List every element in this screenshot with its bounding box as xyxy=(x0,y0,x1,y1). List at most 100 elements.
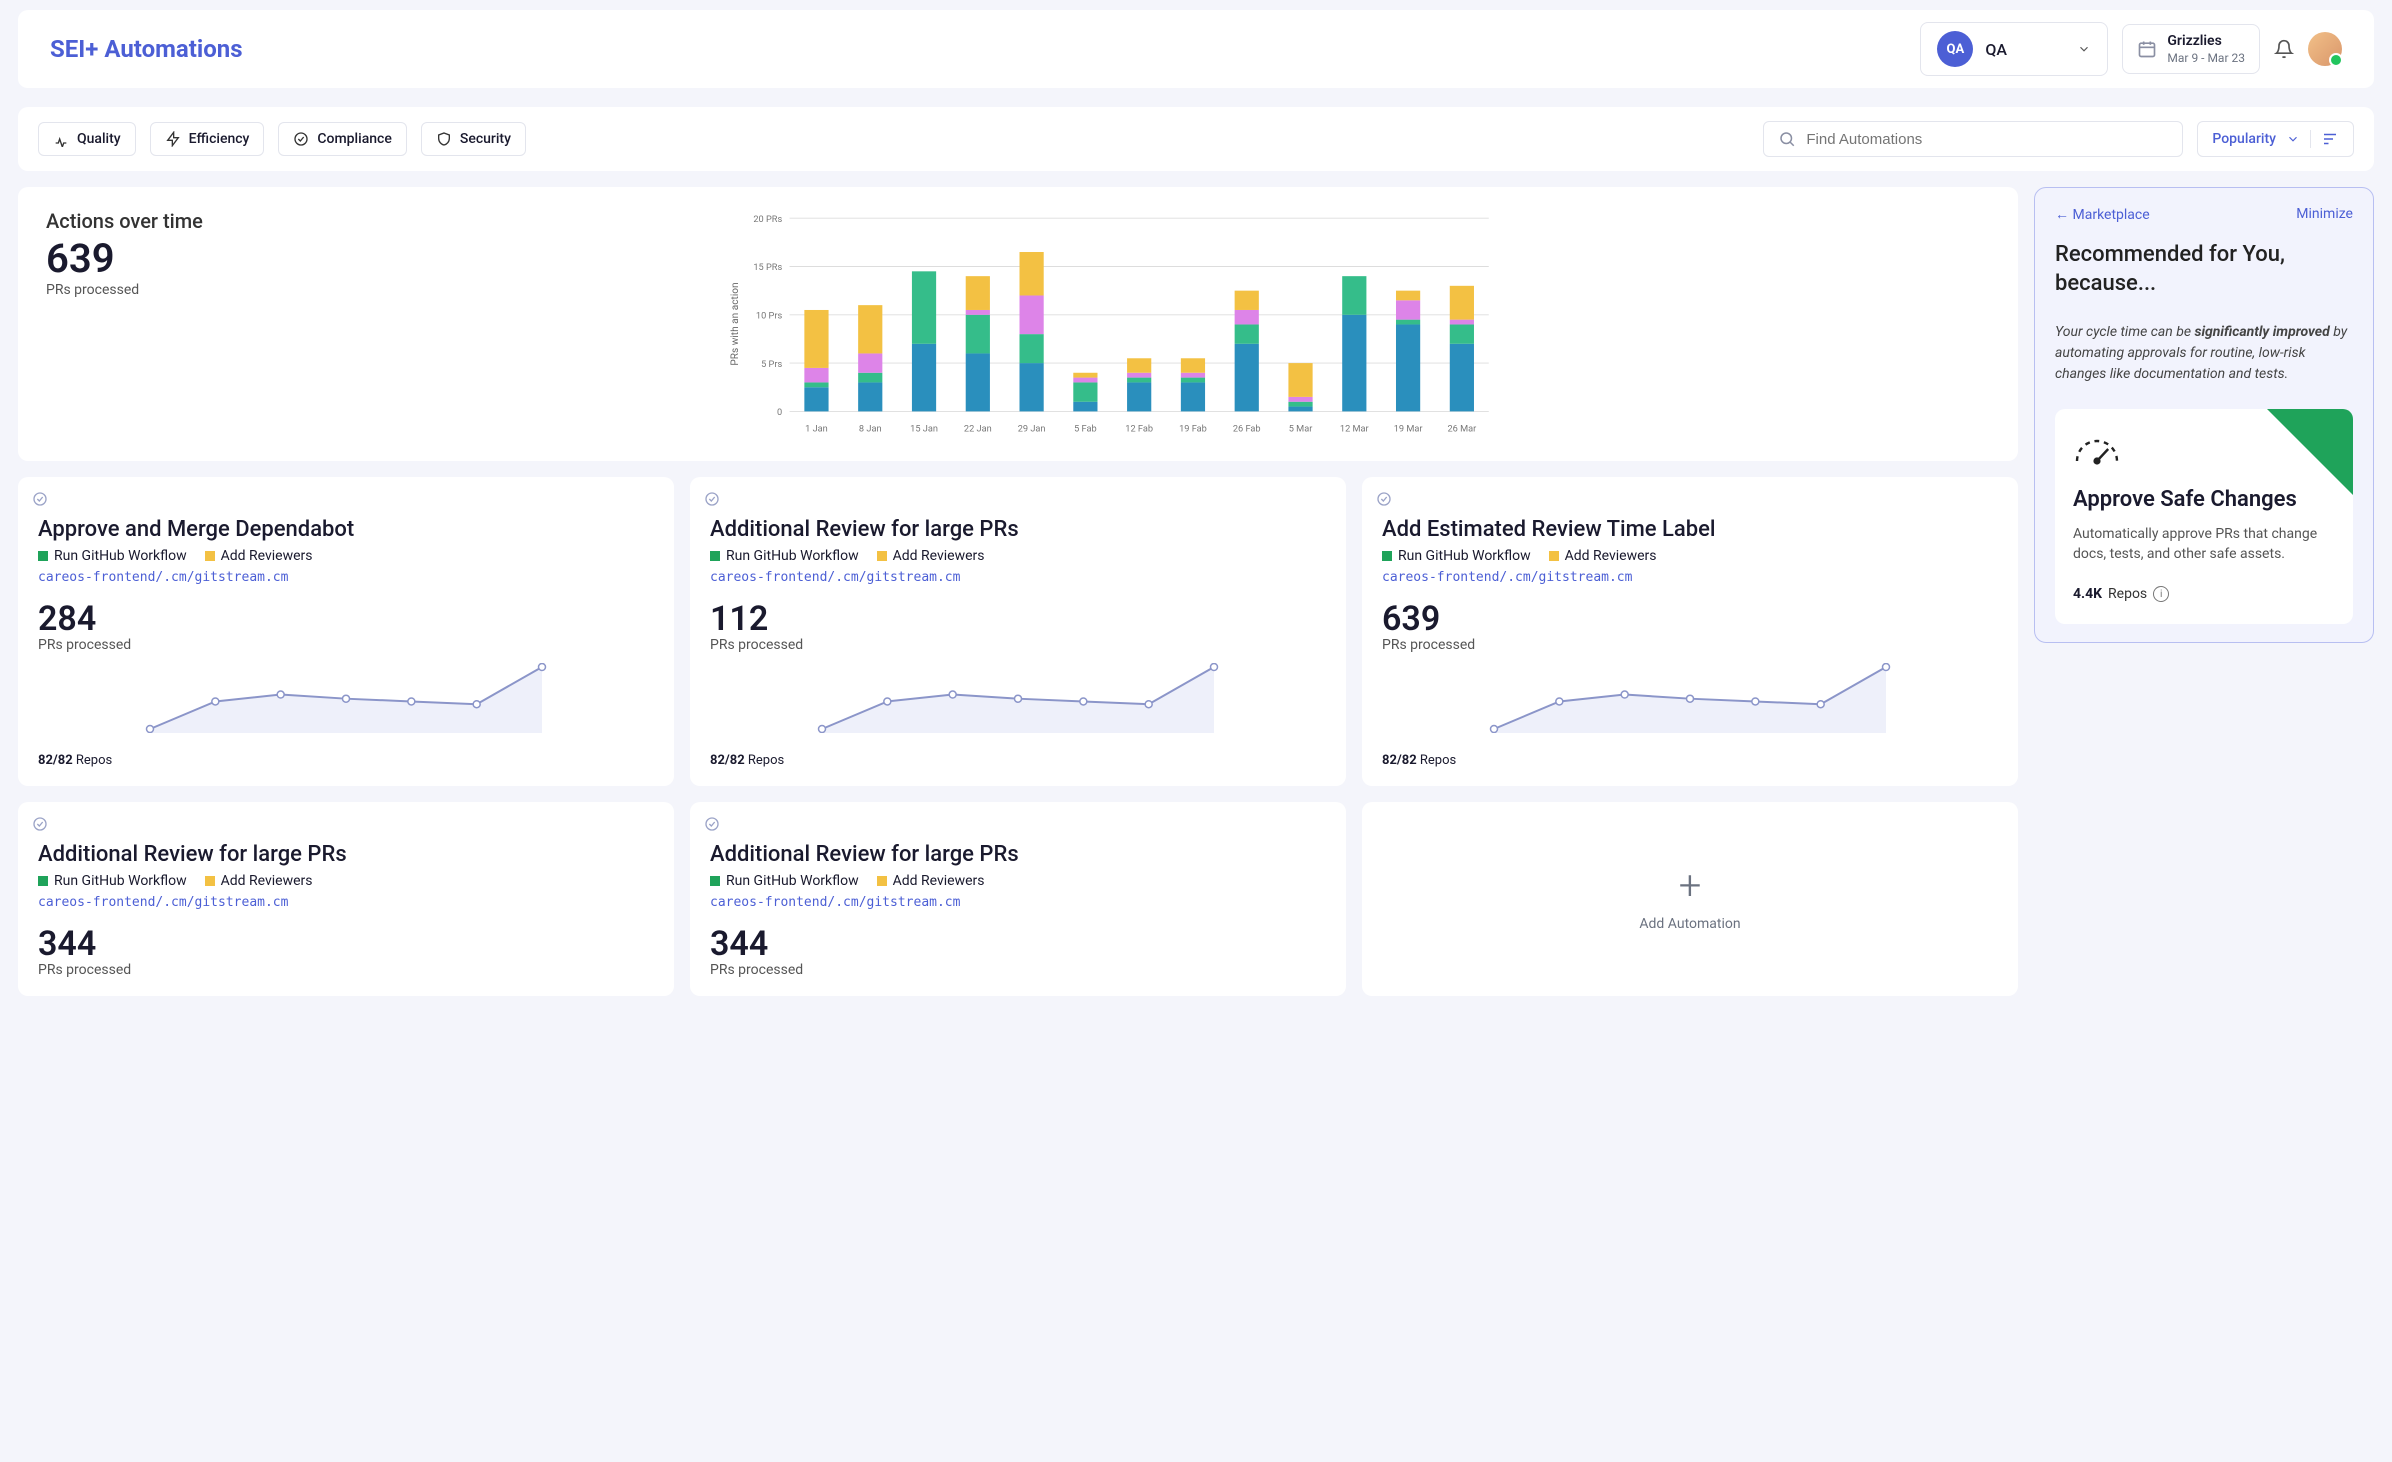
brand-title: SEI+ Automations xyxy=(50,35,1920,63)
actions-bar-chart: PRs with an action 0 5 Prs 10 Prs 15 PRs 20 P… xyxy=(233,209,1990,439)
sort-selector[interactable]: Popularity xyxy=(2197,121,2354,157)
automation-card[interactable]: Approve and Merge Dependabot Run GitHub … xyxy=(18,477,674,786)
check-circle-icon xyxy=(704,491,720,507)
reco-card[interactable]: Improvement Opportunity Approve Safe Cha… xyxy=(2055,409,2353,624)
card-title: Approve and Merge Dependabot xyxy=(38,517,654,542)
card-path: careos-frontend/.cm/gitstream.cm xyxy=(38,570,654,585)
info-icon[interactable]: i xyxy=(2153,586,2169,602)
card-sub: PRs processed xyxy=(38,637,654,653)
svg-text:10 Prs: 10 Prs xyxy=(756,310,783,321)
calendar-icon xyxy=(2137,39,2157,59)
search-field[interactable] xyxy=(1763,121,2183,157)
chart-sub: PRs processed xyxy=(46,282,203,298)
team-name: QA xyxy=(1985,40,2065,59)
minimize-link[interactable]: Minimize xyxy=(2296,206,2353,223)
team-selector[interactable]: QA QA xyxy=(1920,22,2108,76)
filter-quality[interactable]: Quality xyxy=(38,122,136,156)
card-tag: Run GitHub Workflow xyxy=(38,548,187,564)
card-count: 639 xyxy=(1382,599,1998,639)
card-title: Additional Review for large PRs xyxy=(710,517,1326,542)
reco-card-desc: Automatically approve PRs that change do… xyxy=(2073,524,2335,565)
sparkline xyxy=(38,663,654,733)
opportunity-ribbon: Improvement Opportunity xyxy=(2267,409,2353,495)
sort-lines-icon xyxy=(2321,130,2339,148)
card-sub: PRs processed xyxy=(710,637,1326,653)
card-tag: Run GitHub Workflow xyxy=(710,548,859,564)
reco-heading: Recommended for You, because... xyxy=(2055,241,2353,298)
filter-bar: Quality Efficiency Compliance Security P… xyxy=(18,107,2374,171)
card-tag: Run GitHub Workflow xyxy=(1382,548,1531,564)
speedometer-icon xyxy=(2073,429,2121,469)
actions-over-time-card: Actions over time 639 PRs processed PRs … xyxy=(18,187,2018,461)
reco-card-stat: 4.4K Repos i xyxy=(2073,586,2335,602)
card-path: careos-frontend/.cm/gitstream.cm xyxy=(1382,570,1998,585)
svg-text:12 Fab: 12 Fab xyxy=(1125,424,1153,435)
sparkline xyxy=(1382,663,1998,733)
card-path: careos-frontend/.cm/gitstream.cm xyxy=(710,895,1326,910)
card-repos: 82/82 Repos xyxy=(38,753,654,768)
filter-efficiency[interactable]: Efficiency xyxy=(150,122,265,156)
card-tag: Add Reviewers xyxy=(205,548,313,564)
card-path: careos-frontend/.cm/gitstream.cm xyxy=(710,570,1326,585)
svg-text:5 Mar: 5 Mar xyxy=(1289,424,1313,435)
svg-text:15 PRs: 15 PRs xyxy=(753,262,782,273)
automation-card[interactable]: Add Estimated Review Time Label Run GitH… xyxy=(1362,477,2018,786)
top-header: SEI+ Automations QA QA Grizzlies Mar 9 -… xyxy=(18,10,2374,89)
check-circle-icon xyxy=(1376,491,1392,507)
automation-card[interactable]: Additional Review for large PRs Run GitH… xyxy=(690,802,1346,996)
card-tag: Add Reviewers xyxy=(877,548,985,564)
card-sub: PRs processed xyxy=(38,962,654,978)
card-title: Add Estimated Review Time Label xyxy=(1382,517,1998,542)
svg-text:5 Fab: 5 Fab xyxy=(1074,424,1097,435)
chevron-down-icon xyxy=(2077,42,2091,56)
automation-card[interactable]: Additional Review for large PRs Run GitH… xyxy=(18,802,674,996)
date-range-text: Mar 9 - Mar 23 xyxy=(2167,51,2245,65)
filter-compliance[interactable]: Compliance xyxy=(278,122,406,156)
svg-text:1 Jan: 1 Jan xyxy=(805,424,828,435)
card-sub: PRs processed xyxy=(710,962,1326,978)
card-title: Additional Review for large PRs xyxy=(38,842,654,867)
card-repos: 82/82 Repos xyxy=(710,753,1326,768)
card-tag: Run GitHub Workflow xyxy=(38,873,187,889)
card-count: 112 xyxy=(710,599,1326,639)
date-title: Grizzlies xyxy=(2167,33,2245,49)
marketplace-link[interactable]: ← Marketplace xyxy=(2055,206,2150,223)
search-input[interactable] xyxy=(1806,131,2168,148)
efficiency-icon xyxy=(165,131,181,147)
card-tag: Add Reviewers xyxy=(877,873,985,889)
svg-text:26 Fab: 26 Fab xyxy=(1233,424,1261,435)
svg-text:19 Mar: 19 Mar xyxy=(1394,424,1423,435)
reco-desc: Your cycle time can be significantly imp… xyxy=(2055,322,2353,385)
card-count: 284 xyxy=(38,599,654,639)
card-repos: 82/82 Repos xyxy=(1382,753,1998,768)
svg-text:PRs with an action: PRs with an action xyxy=(730,282,741,365)
date-range-picker[interactable]: Grizzlies Mar 9 - Mar 23 xyxy=(2122,24,2260,74)
card-tag: Add Reviewers xyxy=(1549,548,1657,564)
card-tag: Run GitHub Workflow xyxy=(710,873,859,889)
filter-security[interactable]: Security xyxy=(421,122,526,156)
card-count: 344 xyxy=(38,924,654,964)
user-avatar[interactable] xyxy=(2308,32,2342,66)
chart-count: 639 xyxy=(46,235,203,282)
svg-text:8 Jan: 8 Jan xyxy=(859,424,882,435)
svg-text:20 PRs: 20 PRs xyxy=(753,214,782,225)
svg-text:22 Jan: 22 Jan xyxy=(964,424,992,435)
plus-icon: + xyxy=(1679,866,1702,906)
svg-text:5 Prs: 5 Prs xyxy=(761,359,782,370)
card-tag: Add Reviewers xyxy=(205,873,313,889)
svg-text:29 Jan: 29 Jan xyxy=(1018,424,1046,435)
svg-text:15 Jan: 15 Jan xyxy=(910,424,938,435)
search-icon xyxy=(1778,130,1796,148)
notifications-icon[interactable] xyxy=(2274,39,2294,59)
svg-text:0: 0 xyxy=(777,407,782,418)
add-automation-card[interactable]: +Add Automation xyxy=(1362,802,2018,996)
check-circle-icon xyxy=(704,816,720,832)
chevron-down-icon xyxy=(2286,132,2300,146)
recommendations-panel: ← Marketplace Minimize Recommended for Y… xyxy=(2034,187,2374,643)
shield-icon xyxy=(436,131,452,147)
svg-text:12 Mar: 12 Mar xyxy=(1340,424,1369,435)
team-badge: QA xyxy=(1937,31,1973,67)
quality-icon xyxy=(53,131,69,147)
card-title: Additional Review for large PRs xyxy=(710,842,1326,867)
automation-card[interactable]: Additional Review for large PRs Run GitH… xyxy=(690,477,1346,786)
